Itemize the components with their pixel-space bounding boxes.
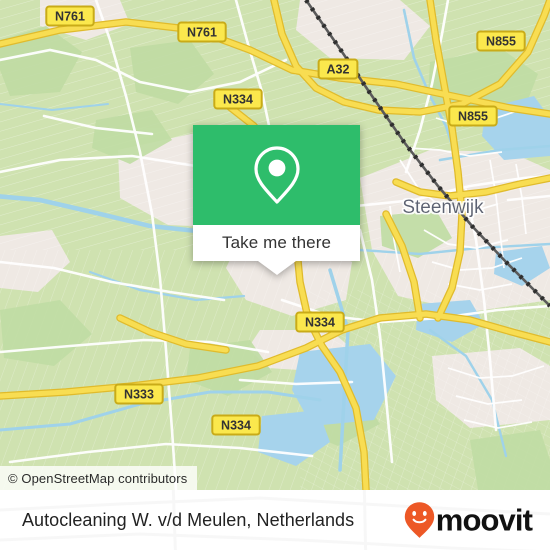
road-shield-label: N334 <box>221 419 251 433</box>
location-popup[interactable]: Take me there <box>193 125 360 275</box>
moovit-logo[interactable]: moovit <box>404 502 533 539</box>
road-shield-label: N333 <box>124 388 154 402</box>
road-shield[interactable]: N333 <box>114 383 164 405</box>
road-shield-label: N855 <box>458 110 488 124</box>
moovit-wordmark: moovit <box>435 502 533 538</box>
road-shield[interactable]: N334 <box>213 88 263 110</box>
take-me-there-label: Take me there <box>221 233 332 252</box>
road-shield[interactable]: N334 <box>211 414 261 436</box>
place-label-steenwijk: Steenwijk <box>402 197 484 218</box>
road-shield[interactable]: N855 <box>476 30 526 52</box>
moovit-smiley-pin-icon <box>404 502 434 538</box>
screenshot-root: Steenwijk N761 N761 A32 N855 N334 N855 N334 N33… <box>0 0 550 550</box>
road-shield[interactable]: N761 <box>177 21 227 43</box>
attribution-text: © OpenStreetMap contributors <box>8 470 188 486</box>
map-canvas[interactable]: Steenwijk N761 N761 A32 N855 N334 N855 N334 N33… <box>0 0 550 490</box>
popup-header <box>193 125 360 225</box>
map-place-labels: Steenwijk <box>402 197 484 218</box>
map-pin-icon <box>253 146 300 204</box>
page-title: Autocleaning W. v/d Meulen, Netherlands <box>22 509 355 530</box>
road-shield[interactable]: A32 <box>317 58 359 80</box>
road-shield-label: N761 <box>55 10 85 24</box>
road-shield-label: A32 <box>327 63 350 77</box>
road-shield[interactable]: N761 <box>45 5 95 27</box>
popup-pointer-tail <box>257 261 296 275</box>
road-shield-label: N334 <box>305 316 335 330</box>
road-shield[interactable]: N334 <box>295 311 345 333</box>
road-shield[interactable]: N855 <box>448 105 498 127</box>
road-shield-label: N761 <box>187 26 217 40</box>
popup-action-bar[interactable]: Take me there <box>193 225 360 261</box>
road-shield-label: N855 <box>486 35 516 49</box>
footer-bar: Autocleaning W. v/d Meulen, Netherlands … <box>0 490 550 550</box>
road-shield-label: N334 <box>223 93 253 107</box>
map-attribution[interactable]: © OpenStreetMap contributors <box>0 466 198 490</box>
